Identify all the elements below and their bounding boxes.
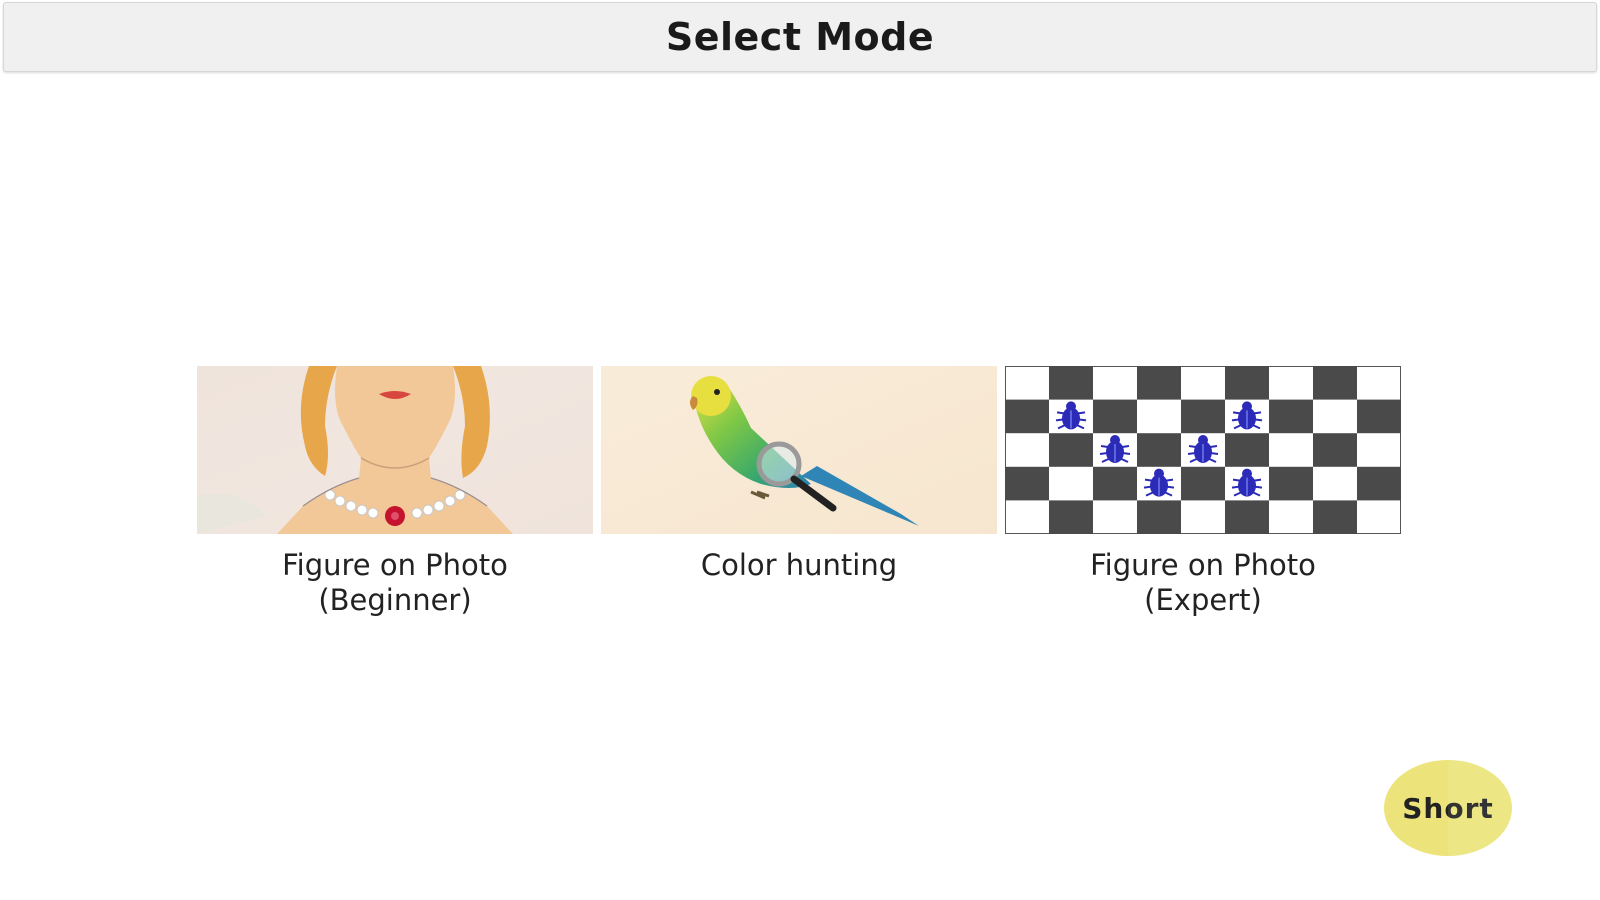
checker-cell — [1005, 399, 1049, 434]
checker-cell — [1313, 433, 1357, 467]
checker-cell — [1005, 466, 1049, 501]
mode-label-line2: (Beginner) — [318, 583, 472, 617]
checker-cell — [1093, 466, 1137, 501]
parrot-with-magnifier-icon[interactable] — [601, 366, 997, 534]
checker-cell — [1269, 399, 1313, 434]
short-button[interactable]: Short — [1384, 760, 1512, 856]
checker-cell — [1049, 366, 1093, 400]
checker-cell — [1137, 500, 1181, 534]
checker-cell — [1225, 433, 1269, 467]
checker-cell — [1137, 366, 1181, 400]
checker-cell — [1225, 366, 1269, 400]
mode-label-line1: Color hunting — [700, 548, 898, 582]
checker-cell — [1269, 466, 1313, 501]
checker-cell — [1313, 366, 1357, 400]
checker-cell — [1181, 466, 1225, 501]
page-title: Select Mode — [665, 15, 935, 59]
mode-label: Color hunting — [601, 548, 997, 583]
checker-cell — [1093, 399, 1137, 434]
checker-cell — [1137, 433, 1181, 467]
mode-label: Figure on Photo (Beginner) — [197, 548, 593, 618]
title-bar: Select Mode — [3, 2, 1597, 72]
checker-cell — [1313, 500, 1357, 534]
mode-list: Figure on Photo (Beginner) Color hunting… — [197, 366, 1401, 618]
mode-figure-on-photo-beginner[interactable]: Figure on Photo (Beginner) — [197, 366, 593, 618]
checker-cell — [1225, 500, 1269, 534]
checkerboard-with-bugs-icon[interactable] — [1005, 366, 1401, 534]
mode-label-line1: Figure on Photo — [1090, 548, 1316, 582]
checker-cell — [1049, 433, 1093, 467]
mode-label: Figure on Photo (Expert) — [1005, 548, 1401, 618]
mode-label-line1: Figure on Photo — [282, 548, 508, 582]
mode-color-hunting[interactable]: Color hunting — [601, 366, 997, 618]
mode-figure-on-photo-expert[interactable]: Figure on Photo (Expert) — [1005, 366, 1401, 618]
checker-cell — [1049, 500, 1093, 534]
checker-cell — [1357, 466, 1401, 501]
mode-label-line2: (Expert) — [1144, 583, 1262, 617]
checker-cell — [1181, 399, 1225, 434]
woman-with-pearl-necklace-icon[interactable] — [197, 366, 593, 534]
checker-cell — [1357, 399, 1401, 434]
